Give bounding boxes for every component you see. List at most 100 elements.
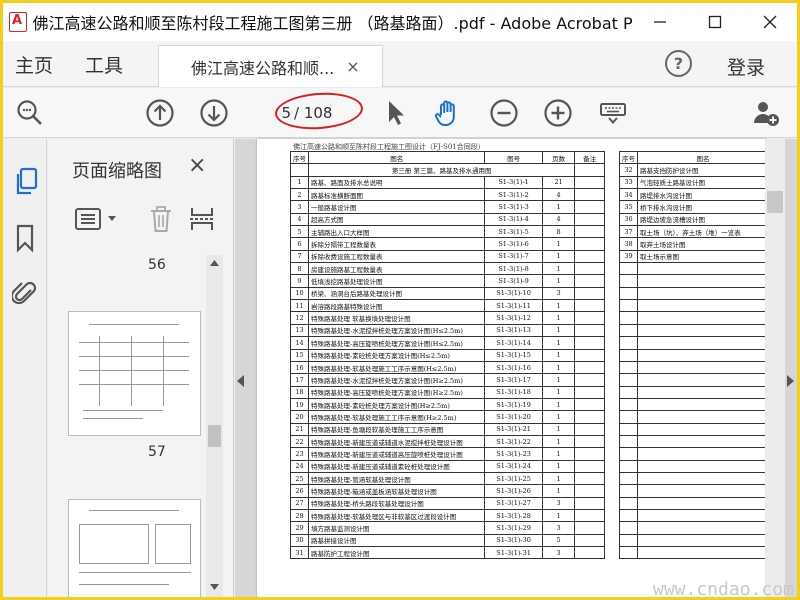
remark bbox=[574, 336, 605, 350]
panel-title: 页面缩略图 bbox=[72, 161, 162, 182]
drawing-name: 拆除分隔带工程数量表 bbox=[307, 237, 486, 251]
document-view[interactable]: 佛江高速公路和顺至陈村段工程施工图设计（FJ-S01合同段） 序号 图名 图号 … bbox=[235, 139, 797, 597]
drawing-name bbox=[637, 397, 767, 412]
remark bbox=[574, 274, 605, 288]
drawing-code: S1-3(1)-10 bbox=[484, 286, 543, 301]
previous-page-icon[interactable] bbox=[145, 98, 175, 128]
table-row bbox=[619, 496, 767, 510]
drawing-code: S1-3(1)-15 bbox=[484, 348, 543, 362]
drawing-name: 路基标准横断面图 bbox=[307, 188, 486, 202]
document-scrollbar[interactable] bbox=[765, 139, 785, 597]
drawing-name bbox=[637, 360, 767, 375]
remark bbox=[574, 545, 605, 560]
drawing-code: S1-3(1)-9 bbox=[484, 274, 543, 288]
close-icon bbox=[763, 15, 777, 29]
panel-close-button[interactable]: × bbox=[188, 153, 206, 178]
drawing-name: 桥梁、涵洞台后路基处理设计图 bbox=[307, 286, 486, 301]
page-count: 1 bbox=[541, 311, 576, 325]
remark bbox=[574, 212, 605, 227]
table-row: 13 特殊路基处理-水泥搅拌桩处理方案设计图(H≤2.5m) S1-3(1)-13 1 bbox=[290, 323, 605, 338]
drawing-name: 取土场示意图 bbox=[637, 249, 767, 264]
table-row bbox=[619, 311, 767, 325]
maximize-icon bbox=[708, 15, 722, 29]
watermark: www.cndao.com bbox=[653, 579, 794, 597]
table-row: 15 特殊路基处理-素砼桩处理方案设计图(H≤2.5m) S1-3(1)-15 1 bbox=[290, 348, 605, 362]
help-icon[interactable]: ? bbox=[665, 50, 692, 77]
zoom-out-icon[interactable] bbox=[489, 98, 519, 128]
maximize-button[interactable] bbox=[688, 3, 743, 41]
row-number bbox=[619, 422, 638, 436]
remark bbox=[574, 237, 605, 251]
drawing-name: 特殊路基处理-新建压道或辅道高压旋喷桩处理设计图 bbox=[307, 447, 486, 461]
thumbnail-page-58[interactable] bbox=[68, 499, 201, 597]
expand-right-icon[interactable] bbox=[787, 375, 794, 387]
table-row: 34 路堤排水沟设计图 bbox=[619, 188, 767, 202]
drawing-code: S1-3(1)-26 bbox=[484, 484, 543, 498]
drawing-name: 特殊路基处理-箱涵或盖板涵软基处理设计图 bbox=[307, 484, 486, 498]
keyboard-icon[interactable] bbox=[598, 98, 628, 128]
drawing-code: S1-3(1)-14 bbox=[484, 336, 543, 350]
document-tab[interactable]: 佛江高速公路和顺... × bbox=[158, 45, 383, 87]
row-number: 3 bbox=[290, 200, 309, 214]
select-cursor-icon[interactable] bbox=[381, 98, 411, 128]
row-number: 37 bbox=[619, 225, 638, 239]
delete-icon[interactable] bbox=[148, 205, 174, 233]
page-count: 1 bbox=[541, 348, 576, 362]
extract-pages-icon[interactable] bbox=[188, 205, 216, 233]
table-row: 23 特殊路基处理-新建压道或辅道高压旋喷桩处理设计图 S1-3(1)-23 1 bbox=[290, 447, 605, 461]
column-header: 页数 bbox=[541, 150, 576, 165]
menu-tools[interactable]: 工具 bbox=[85, 51, 123, 78]
acrobat-window: A 佛江高速公路和顺至陈村段工程施工图第三册 （路基路面）.pdf - Adob… bbox=[3, 3, 797, 597]
row-number: 26 bbox=[290, 484, 309, 498]
page-count: 1 bbox=[541, 336, 576, 350]
attachments-icon[interactable] bbox=[12, 279, 38, 309]
drawing-name bbox=[637, 422, 767, 436]
drawing-name: 路堤排水沟设计图 bbox=[637, 188, 767, 202]
table-row: 4 超高方式图 S1-3(1)-4 4 bbox=[290, 212, 605, 227]
thumbnails-scroll-thumb[interactable] bbox=[208, 425, 221, 447]
bookmarks-icon[interactable] bbox=[14, 223, 36, 253]
table-row: 27 特殊路基处理-桥头路段软基处理设计图 S1-3(1)-27 3 bbox=[290, 496, 605, 510]
row-number bbox=[619, 373, 638, 387]
row-number bbox=[619, 311, 638, 325]
drawing-name: 特殊路基处理-桥头路段软基处理设计图 bbox=[307, 496, 486, 510]
row-number bbox=[619, 471, 638, 486]
table-row bbox=[619, 521, 767, 535]
add-user-icon[interactable] bbox=[751, 98, 781, 128]
row-number: 4 bbox=[290, 212, 309, 227]
zoom-in-icon[interactable] bbox=[543, 98, 573, 128]
close-window-button[interactable] bbox=[742, 3, 797, 41]
collapse-left-icon[interactable] bbox=[237, 375, 244, 387]
document-tab-close-button[interactable]: × bbox=[346, 57, 359, 76]
minimize-button[interactable] bbox=[633, 3, 688, 41]
row-number bbox=[619, 533, 638, 548]
scroll-down-icon[interactable] bbox=[209, 583, 220, 591]
row-number: 33 bbox=[619, 175, 638, 190]
next-page-icon[interactable] bbox=[199, 98, 229, 128]
drawing-name bbox=[637, 385, 767, 399]
thumbnails-scrollbar[interactable] bbox=[206, 255, 223, 597]
thumbnail-options-icon[interactable] bbox=[74, 207, 120, 231]
page-count: 4 bbox=[541, 188, 576, 202]
title-bar: A 佛江高速公路和顺至陈村段工程施工图第三册 （路基路面）.pdf - Adob… bbox=[3, 3, 797, 41]
page-count: 3 bbox=[541, 286, 576, 301]
page-thumbnails-icon[interactable] bbox=[13, 167, 39, 197]
drawing-name: 特殊路基处理-素砼桩处理方案设计图(H≥2.5m) bbox=[307, 397, 486, 412]
row-number: 36 bbox=[619, 212, 638, 227]
column-header: 图名 bbox=[307, 150, 486, 165]
document-scroll-thumb[interactable] bbox=[767, 191, 783, 213]
drawing-name: 特殊路基处理-水泥搅拌桩处理方案设计图(H≥2.5m) bbox=[307, 373, 486, 387]
zoom-search-icon[interactable] bbox=[15, 98, 45, 128]
login-button[interactable]: 登录 bbox=[727, 53, 765, 80]
hand-tool-icon[interactable] bbox=[433, 98, 463, 128]
drawing-name: 特殊路基处理-软基处理区与非软基区过渡段设计图 bbox=[307, 508, 486, 523]
document-tab-label: 佛江高速公路和顺... bbox=[191, 58, 335, 78]
drawing-name bbox=[637, 311, 767, 325]
column-header: 序号 bbox=[619, 150, 638, 165]
menu-home[interactable]: 主页 bbox=[15, 51, 53, 78]
table-row bbox=[619, 545, 767, 560]
table-header-row: 序号 图名 图号 页数 备注 bbox=[290, 150, 605, 165]
scroll-up-icon[interactable] bbox=[209, 259, 220, 267]
row-number bbox=[619, 521, 638, 535]
thumbnail-page-57[interactable] bbox=[68, 311, 201, 436]
